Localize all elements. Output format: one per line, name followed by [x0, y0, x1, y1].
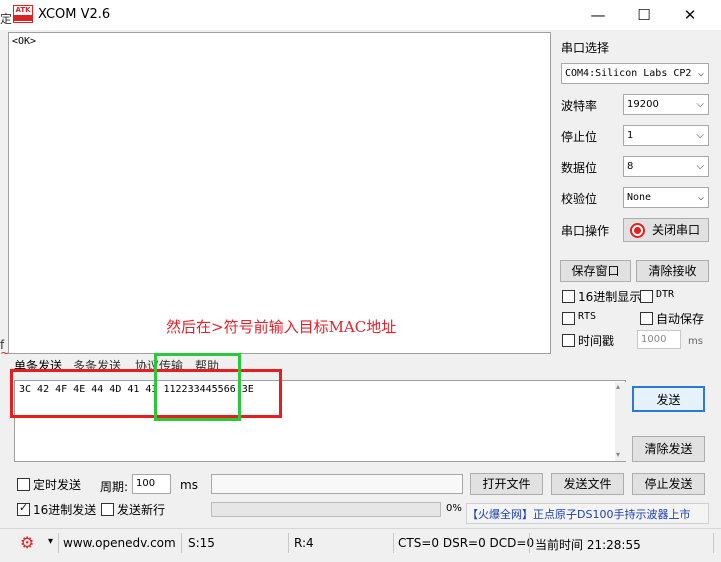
stop-send-button[interactable]: 停止发送	[632, 473, 705, 495]
port-status-icon	[630, 223, 645, 238]
hex-send-label: 16进制发送	[33, 503, 97, 517]
scroll-up-icon: ▴	[616, 382, 621, 391]
hex-display-label: 16进制显示	[578, 290, 642, 304]
title-bar: ATK XCOM V2.6 — ☐ ✕	[0, 0, 721, 30]
stopbit-select[interactable]: 1 ⌵	[623, 125, 709, 146]
file-path-input[interactable]	[211, 474, 463, 494]
receive-content: <OK>	[12, 36, 37, 47]
close-port-label: 关闭串口	[652, 223, 701, 237]
chevron-down-icon: ⌵	[696, 99, 704, 110]
auto-save-checkbox[interactable]	[640, 312, 653, 325]
hex-display-checkbox[interactable]	[562, 290, 575, 303]
app-logo: ATK	[13, 5, 33, 23]
instruction-annotation: 然后在>符号前输入目标MAC地址	[166, 318, 397, 336]
period-input[interactable]: 100	[132, 474, 171, 494]
parity-label: 校验位	[561, 192, 598, 206]
background-text-fragment: 定	[0, 12, 13, 26]
chevron-down-icon: ⌵	[696, 161, 704, 172]
receive-textarea[interactable]: <OK>	[8, 32, 551, 354]
stopbit-select-value: 1	[627, 130, 634, 141]
period-label: 周期:	[100, 480, 129, 494]
scroll-down-icon: ▾	[616, 450, 621, 459]
clear-send-button[interactable]: 清除发送	[632, 436, 705, 462]
send-scrollbar[interactable]: ▴ ▾	[615, 382, 626, 461]
baud-label: 波特率	[561, 99, 598, 113]
window-title: XCOM V2.6	[38, 7, 111, 22]
hex-send-checkbox[interactable]	[17, 501, 30, 516]
databit-select-value: 8	[627, 161, 634, 172]
send-file-button[interactable]: 发送文件	[551, 473, 624, 495]
current-time: 当前时间 21:28:55	[535, 538, 641, 552]
timed-send-checkbox[interactable]	[17, 478, 30, 491]
clear-receive-button[interactable]: 清除接收	[636, 260, 709, 282]
stopbit-label: 停止位	[561, 130, 598, 144]
close-port-button[interactable]: 关闭串口	[623, 218, 709, 242]
dtr-checkbox[interactable]	[640, 290, 653, 303]
app-logo-text: ATK	[15, 6, 31, 14]
dtr-label: DTR	[656, 289, 675, 300]
chevron-down-icon[interactable]: ▾	[48, 536, 53, 547]
gear-icon[interactable]: ⚙	[20, 533, 34, 552]
website-link[interactable]: www.openedv.com	[63, 536, 176, 550]
parity-select-value: None	[627, 192, 652, 203]
baud-select[interactable]: 19200 ⌵	[623, 94, 709, 115]
databit-select[interactable]: 8 ⌵	[623, 156, 709, 177]
databit-label: 数据位	[561, 161, 598, 175]
port-select-value: COM4:Silicon Labs CP2	[565, 68, 692, 79]
save-window-button[interactable]: 保存窗口	[560, 260, 631, 282]
minimize-button[interactable]: —	[575, 0, 621, 30]
maximize-button[interactable]: ☐	[621, 0, 667, 30]
ad-banner-link[interactable]: 【火爆全网】正点原子DS100手持示波器上市	[466, 503, 709, 524]
modem-lines-status: CTS=0 DSR=0 DCD=0	[398, 536, 535, 550]
timestamp-input[interactable]: 1000	[637, 330, 681, 349]
chevron-down-icon: ⌵	[697, 68, 704, 79]
close-button[interactable]: ✕	[667, 0, 713, 30]
highlight-box-green	[154, 353, 241, 421]
port-op-label: 串口操作	[561, 224, 610, 238]
chevron-down-icon: ⌵	[696, 130, 704, 141]
app-window: ATK XCOM V2.6 — ☐ ✕ 定 f ~ <OK> 串口选择 COM4…	[0, 0, 721, 562]
send-button[interactable]: 发送	[632, 386, 705, 412]
timestamp-input-value: 1000	[641, 334, 667, 345]
port-section-title: 串口选择	[561, 41, 610, 55]
send-progress-text: 0%	[446, 503, 462, 514]
send-progress-bar	[211, 502, 441, 517]
chevron-down-icon: ⌵	[697, 192, 704, 203]
timed-send-label: 定时发送	[33, 478, 82, 492]
period-input-value: 100	[136, 478, 156, 489]
newline-checkbox[interactable]	[101, 503, 114, 516]
highlight-box-red	[10, 369, 282, 418]
sent-count: S:15	[188, 536, 215, 550]
port-select[interactable]: COM4:Silicon Labs CP2 ⌵	[561, 63, 709, 84]
timestamp-label: 时间戳	[578, 334, 615, 348]
timestamp-unit: ms	[688, 336, 703, 347]
period-unit: ms	[180, 478, 198, 492]
rts-label: RTS	[578, 311, 597, 322]
received-count: R:4	[294, 536, 314, 550]
parity-select[interactable]: None ⌵	[623, 187, 709, 208]
status-bar: ⚙ ▾ www.openedv.com S:15 R:4 CTS=0 DSR=0…	[0, 528, 721, 556]
rts-checkbox[interactable]	[562, 312, 575, 325]
newline-label: 发送新行	[117, 503, 166, 517]
auto-save-label: 自动保存	[656, 312, 705, 326]
timestamp-checkbox[interactable]	[562, 334, 575, 347]
baud-select-value: 19200	[627, 99, 659, 110]
open-file-button[interactable]: 打开文件	[470, 473, 543, 495]
